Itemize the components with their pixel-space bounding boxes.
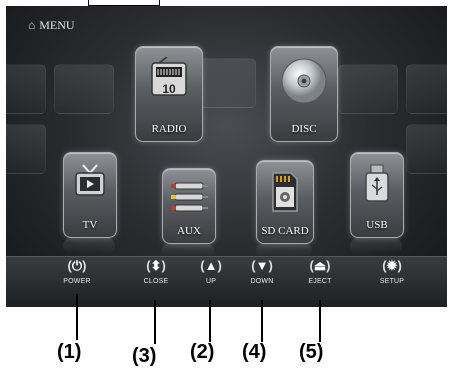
menu-title-text: MENU [39, 18, 75, 32]
usb-tile[interactable]: USB [350, 152, 404, 238]
close-icon: (⬍) [146, 258, 166, 273]
callout-2: (2) [190, 341, 215, 363]
aux-icon [163, 179, 215, 220]
tv-icon [64, 163, 116, 206]
tv-reflection [63, 238, 115, 254]
usb-label: USB [366, 219, 388, 231]
menu-title: ⌂ MENU [28, 18, 75, 33]
background-tile [196, 58, 256, 108]
background-tile [338, 64, 398, 114]
close-label: CLOSE [143, 278, 169, 285]
callout-4: (4) [242, 341, 267, 363]
down-label: DOWN [250, 278, 274, 285]
aux-tile[interactable]: AUX [162, 168, 216, 244]
aux-label: AUX [177, 225, 201, 237]
up-button[interactable]: (▲) UP [186, 258, 236, 285]
up-label: UP [205, 278, 217, 285]
aux-reflection [162, 244, 214, 256]
home-icon: ⌂ [28, 18, 36, 32]
usb-reflection [350, 238, 402, 254]
callout-line-1 [76, 294, 78, 340]
sd-card-tile[interactable]: SD CARD [256, 160, 314, 244]
power-icon: (⏻) [67, 258, 87, 273]
disc-tile[interactable]: DISC [270, 46, 338, 142]
down-button[interactable]: (▼) DOWN [237, 258, 287, 285]
close-button[interactable]: (⬍) CLOSE [131, 258, 181, 285]
callout-3: (3) [132, 345, 157, 367]
sd-card-label: SD CARD [261, 225, 309, 237]
power-button[interactable]: (⏻) POWER [52, 258, 102, 285]
background-tile [6, 124, 46, 174]
power-label: POWER [63, 278, 91, 285]
callout-line-4 [261, 300, 263, 342]
up-arrow-icon: (▲) [200, 258, 222, 273]
radio-tile[interactable]: 10 RADIO [135, 46, 203, 142]
background-tile [406, 64, 447, 114]
background-tile [406, 124, 447, 174]
disc-label: DISC [291, 123, 317, 135]
eject-label: EJECT [308, 278, 332, 285]
radio-icon: 10 [136, 56, 202, 106]
radio-label: RADIO [151, 123, 187, 135]
callout-line-3 [154, 300, 156, 344]
callout-1: (1) [57, 341, 82, 363]
down-arrow-icon: (▼) [251, 258, 273, 273]
eject-icon: (⏏) [309, 258, 331, 273]
svg-text:10: 10 [162, 82, 176, 96]
tv-label: TV [82, 219, 98, 231]
background-tile [6, 64, 46, 114]
callout-line-5 [319, 300, 321, 342]
setup-button[interactable]: (✹) SETUP [367, 258, 417, 285]
eject-button[interactable]: (⏏) EJECT [295, 258, 345, 285]
tv-tile[interactable]: TV [63, 152, 117, 238]
callout-line-2 [209, 300, 211, 342]
setup-label: SETUP [379, 278, 405, 285]
usb-icon [351, 163, 403, 210]
sd-card-reflection [256, 244, 312, 256]
callout-5: (5) [299, 341, 324, 363]
background-tile [54, 64, 114, 114]
sd-card-icon [257, 171, 313, 218]
gear-icon: (✹) [382, 258, 402, 273]
disc-icon [271, 57, 337, 110]
